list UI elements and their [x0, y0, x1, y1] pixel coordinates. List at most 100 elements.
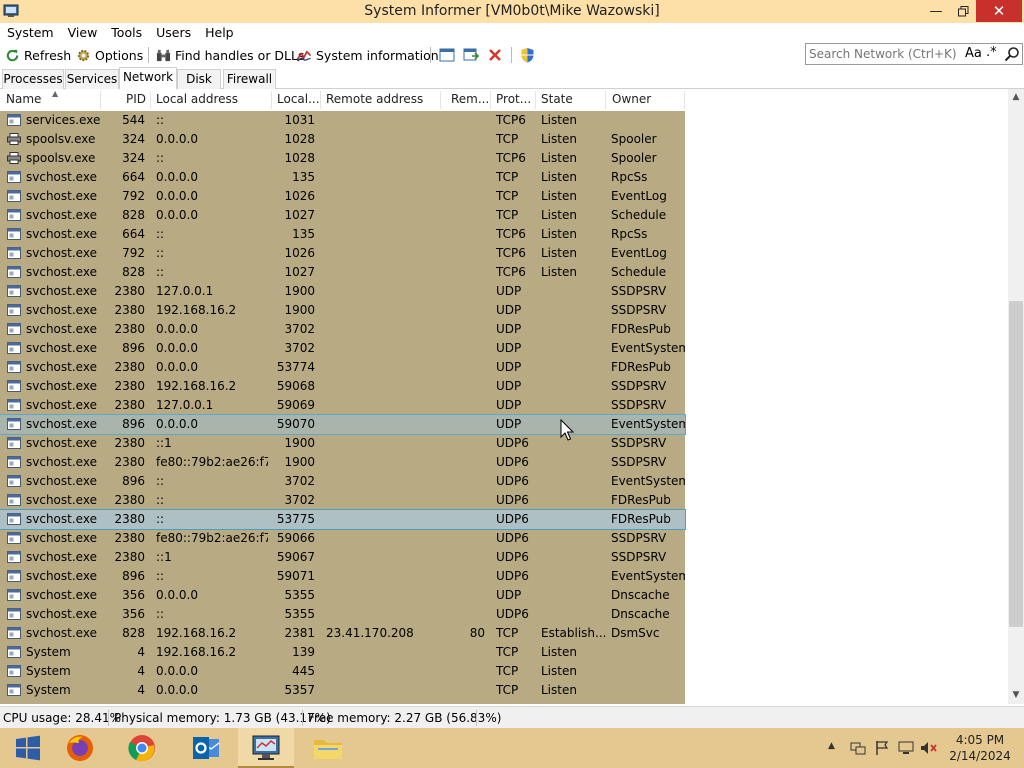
- local-port-cell: 53774: [276, 360, 315, 374]
- window-go-button[interactable]: [463, 45, 480, 65]
- column-divider[interactable]: [440, 91, 441, 109]
- local-port-cell: 3702: [284, 322, 315, 336]
- menu-system[interactable]: System: [0, 23, 61, 43]
- taskbar-outlook[interactable]: [178, 728, 234, 768]
- display-tray-icon[interactable]: [898, 740, 914, 756]
- tab-disk[interactable]: Disk: [177, 69, 221, 89]
- table-row[interactable]: System 4 192.168.16.2 139 TCP Listen: [0, 643, 685, 662]
- tab-processes[interactable]: Processes: [2, 69, 64, 89]
- table-row[interactable]: svchost.exe 2380::1 1900 UDP6 SSDPSRV: [0, 434, 685, 453]
- match-case-toggle[interactable]: Aa: [965, 46, 982, 61]
- table-row[interactable]: svchost.exe 896 0.0.0.0 3702 UDP EventSystem: [0, 339, 685, 358]
- table-row[interactable]: svchost.exe 664:: 135 TCP6 Listen RpcSs: [0, 225, 685, 244]
- restore-button[interactable]: [950, 0, 976, 22]
- volume-muted-icon[interactable]: [920, 740, 938, 756]
- table-row[interactable]: System 4 0.0.0.0 445 TCP Listen: [0, 662, 685, 681]
- state-cell: Listen: [541, 645, 577, 659]
- system-information-button[interactable]: System information: [296, 45, 439, 65]
- table-row[interactable]: svchost.exe 2380 0.0.0.0 3702 UDP FDResPub: [0, 320, 685, 339]
- vertical-scrollbar[interactable]: ▲ ▼: [1008, 89, 1024, 704]
- column-divider[interactable]: [100, 91, 101, 109]
- column-header-owner[interactable]: Owner: [612, 92, 651, 106]
- menu-users[interactable]: Users: [149, 23, 198, 43]
- table-row[interactable]: System 4 0.0.0.0 5357 TCP Listen: [0, 681, 685, 700]
- column-header-name[interactable]: ▲ Name: [6, 89, 58, 106]
- table-row[interactable]: svchost.exe 664 0.0.0.0 135 TCP Listen RpcSs: [0, 168, 685, 187]
- pid-cell: 324: [122, 151, 145, 165]
- show-hidden-icons-button[interactable]: ▲: [828, 741, 835, 751]
- table-row[interactable]: spoolsv.exe 324 0.0.0.0 1028 TCP Listen Spoole…: [0, 130, 685, 149]
- close-button[interactable]: ✕: [976, 0, 1022, 22]
- regex-toggle[interactable]: .*: [986, 45, 997, 60]
- table-row[interactable]: svchost.exe 896:: 59071 UDP6 EventSystem: [0, 567, 685, 586]
- table-row[interactable]: svchost.exe2380fe80::79b2:ae26:f7f...590…: [0, 529, 685, 548]
- column-header-state[interactable]: State: [541, 92, 573, 106]
- terminate-button[interactable]: [488, 45, 502, 65]
- menu-tools[interactable]: Tools: [104, 23, 149, 43]
- options-button[interactable]: Options: [76, 45, 143, 65]
- tab-network[interactable]: Network: [119, 67, 177, 90]
- search-input[interactable]: [809, 46, 959, 62]
- clock[interactable]: 4:05 PM 2/14/2024: [948, 732, 1012, 764]
- pid-cell: 828: [122, 208, 145, 222]
- network-tray-icon[interactable]: [850, 740, 866, 756]
- refresh-button[interactable]: Refresh: [5, 45, 71, 65]
- table-row[interactable]: spoolsv.exe 324:: 1028 TCP6 Listen Spooler: [0, 149, 685, 168]
- table-row[interactable]: svchost.exe 896 0.0.0.0 59070 UDP EventSystem: [0, 414, 686, 435]
- scroll-up-arrow[interactable]: ▲: [1008, 89, 1024, 106]
- column-divider[interactable]: [320, 91, 321, 109]
- start-button[interactable]: [0, 728, 56, 768]
- column-header-pid[interactable]: PID: [126, 92, 146, 106]
- column-divider[interactable]: [605, 91, 606, 109]
- graph-icon: [296, 49, 312, 62]
- table-row[interactable]: svchost.exe2380fe80::79b2:ae26:f7f...190…: [0, 453, 685, 472]
- taskbar-firefox[interactable]: [52, 728, 108, 768]
- table-row[interactable]: svchost.exe 356 0.0.0.0 5355 UDP Dnscache: [0, 586, 685, 605]
- table-row[interactable]: svchost.exe 2380 192.168.16.2 1900 UDP SSDPSR…: [0, 301, 685, 320]
- table-row[interactable]: svchost.exe 356:: 5355 UDP6 Dnscache: [0, 605, 685, 624]
- table-row[interactable]: svchost.exe 2380 192.168.16.2 59068 UDP SSDPS…: [0, 377, 685, 396]
- column-header-local-port[interactable]: Local...: [277, 92, 320, 106]
- search-icon[interactable]: [1004, 46, 1020, 62]
- column-header-remote-port[interactable]: Rem...: [451, 92, 489, 106]
- taskbar-file-explorer[interactable]: [300, 728, 356, 768]
- table-row[interactable]: svchost.exe 2380:: 3702 UDP6 FDResPub: [0, 491, 685, 510]
- tab-services[interactable]: Services: [65, 69, 119, 89]
- column-divider[interactable]: [535, 91, 536, 109]
- table-row[interactable]: svchost.exe 2380 127.0.0.1 59069 UDP SSDPSRV: [0, 396, 685, 415]
- owner-cell: FDResPub: [611, 493, 671, 507]
- table-row[interactable]: svchost.exe 792 0.0.0.0 1026 TCP Listen EventL…: [0, 187, 685, 206]
- run-as-admin-button[interactable]: [520, 45, 535, 65]
- table-row[interactable]: services.exe 544:: 1031 TCP6 Listen: [0, 111, 685, 130]
- table-row[interactable]: svchost.exe 792:: 1026 TCP6 Listen EventLog: [0, 244, 685, 263]
- menu-view[interactable]: View: [61, 23, 105, 43]
- table-row[interactable]: svchost.exe 828 192.168.16.2 2381 23.41.170.…: [0, 624, 685, 643]
- table-row[interactable]: svchost.exe 2380:: 53775 UDP6 FDResPub: [0, 509, 686, 530]
- column-divider[interactable]: [271, 91, 272, 109]
- column-header-local-address[interactable]: Local address: [156, 92, 238, 106]
- process-window-icon: [7, 171, 21, 183]
- scroll-down-arrow[interactable]: ▼: [1008, 687, 1024, 704]
- column-header-protocol[interactable]: Prot...: [496, 92, 531, 106]
- menu-help[interactable]: Help: [198, 23, 241, 43]
- table-row[interactable]: svchost.exe 828 0.0.0.0 1027 TCP Listen Schedu…: [0, 206, 685, 225]
- flag-tray-icon[interactable]: [874, 740, 890, 756]
- taskbar-system-informer[interactable]: [238, 728, 294, 768]
- pid-cell: 2380: [114, 398, 145, 412]
- column-divider[interactable]: [490, 91, 491, 109]
- column-divider[interactable]: [150, 91, 151, 109]
- find-handles-label: Find handles or DLLs: [175, 47, 305, 63]
- column-header-remote-address[interactable]: Remote address: [326, 92, 423, 106]
- find-handles-button[interactable]: Find handles or DLLs: [156, 45, 305, 65]
- table-row[interactable]: svchost.exe 2380 127.0.0.1 1900 UDP SSDPSRV: [0, 282, 685, 301]
- table-row[interactable]: svchost.exe 2380 0.0.0.0 53774 UDP FDResPub: [0, 358, 685, 377]
- table-row[interactable]: svchost.exe 828:: 1027 TCP6 Listen Schedule: [0, 263, 685, 282]
- table-row[interactable]: svchost.exe 896:: 3702 UDP6 EventSystem: [0, 472, 685, 491]
- table-row[interactable]: svchost.exe 2380::1 59067 UDP6 SSDPSRV: [0, 548, 685, 567]
- window-button[interactable]: [439, 45, 455, 65]
- column-divider[interactable]: [684, 91, 685, 109]
- taskbar-chrome[interactable]: [114, 728, 170, 768]
- minimize-button[interactable]: —: [922, 0, 950, 22]
- tab-firewall[interactable]: Firewall: [223, 69, 276, 89]
- scrollbar-thumb[interactable]: [1009, 301, 1023, 627]
